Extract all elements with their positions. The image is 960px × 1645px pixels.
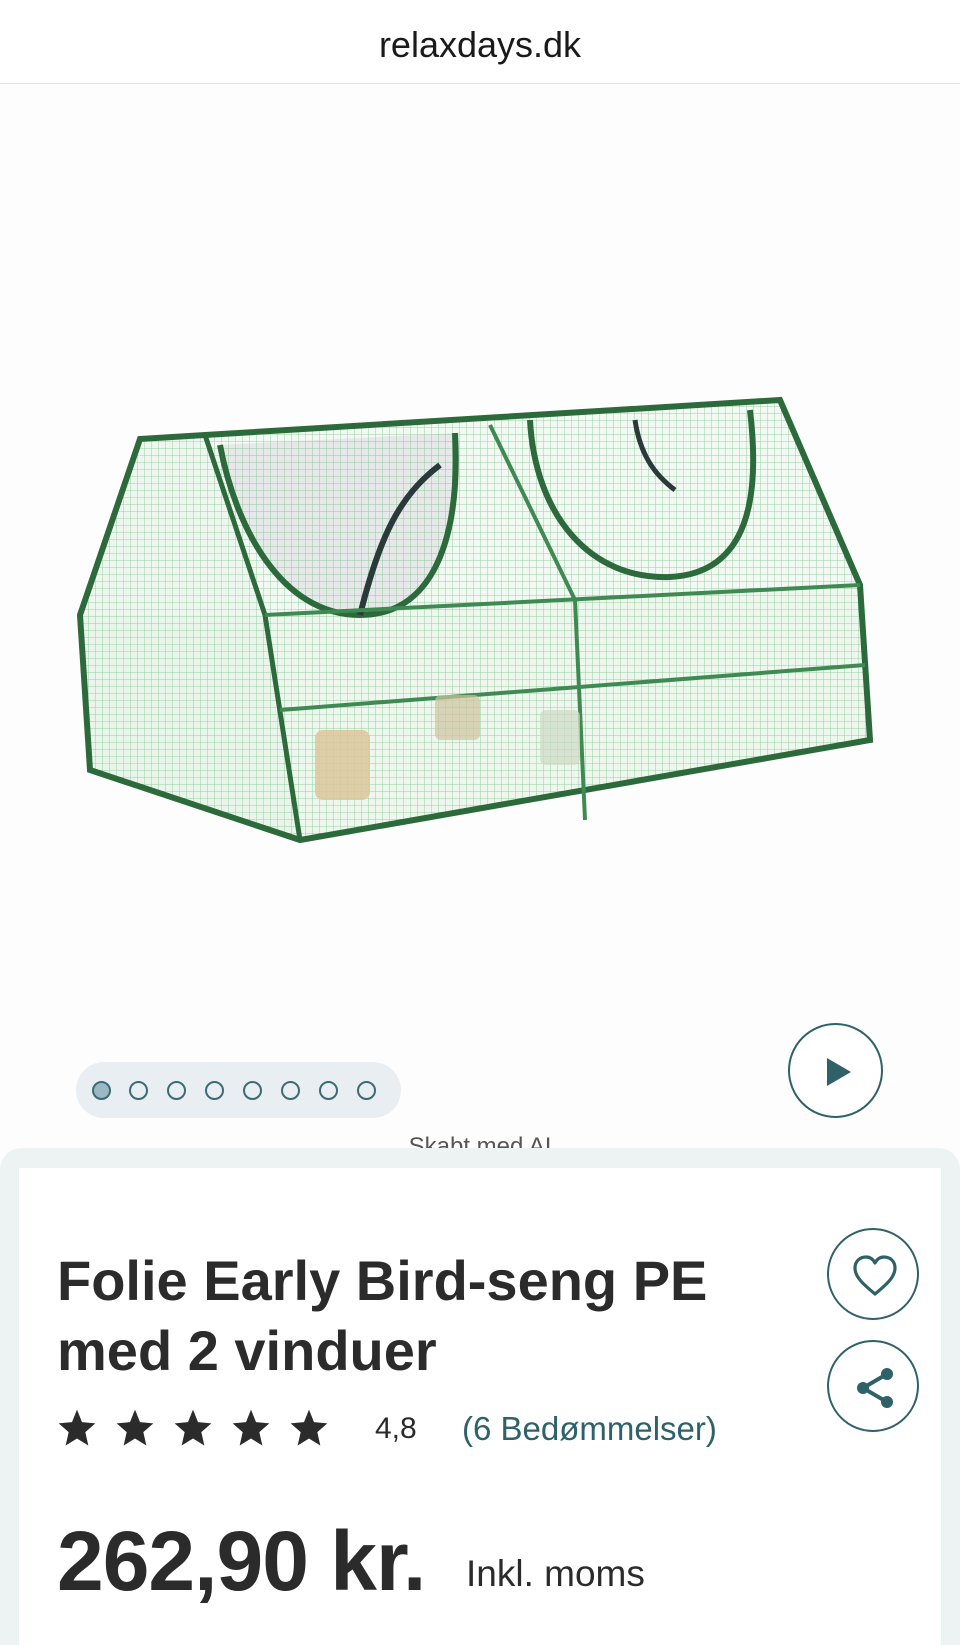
slide-indicator[interactable] <box>76 1062 401 1118</box>
star-icon <box>174 1409 212 1446</box>
star-icon <box>290 1409 328 1446</box>
reviews-link[interactable]: (6 Bedømmelser) <box>462 1410 717 1448</box>
site-domain: relaxdays.dk <box>378 24 582 65</box>
slide-dot-4[interactable] <box>205 1081 224 1100</box>
star-icon <box>58 1409 96 1446</box>
product-image <box>76 396 874 844</box>
star-icon <box>116 1409 154 1446</box>
play-video-button[interactable] <box>788 1023 883 1118</box>
product-title: Folie Early Bird-seng PE med 2 vinduer <box>57 1249 708 1382</box>
star-icon <box>232 1409 270 1446</box>
address-bar[interactable]: relaxdays.dk <box>0 0 960 84</box>
product-price: 262,90 kr. <box>57 1514 426 1608</box>
product-info-card: Folie Early Bird-seng PE med 2 vinduer 4… <box>19 1168 941 1645</box>
slide-dot-1[interactable] <box>92 1081 111 1100</box>
share-icon <box>857 1368 893 1408</box>
play-icon <box>827 1058 851 1086</box>
slide-dot-5[interactable] <box>243 1081 262 1100</box>
share-button[interactable] <box>827 1340 919 1432</box>
rating-row: 4,8 (6 Bedømmelser) <box>57 1402 817 1452</box>
product-info-section: Folie Early Bird-seng PE med 2 vinduer 4… <box>0 1148 960 1645</box>
vat-note: Inkl. moms <box>466 1553 645 1594</box>
slide-dot-3[interactable] <box>167 1081 186 1100</box>
favorite-button[interactable] <box>827 1228 919 1320</box>
slide-dot-2[interactable] <box>129 1081 148 1100</box>
rating-value: 4,8 <box>375 1412 417 1445</box>
product-gallery[interactable]: Skabt med AI <box>0 85 960 1160</box>
slide-dot-6[interactable] <box>281 1081 300 1100</box>
slide-dot-7[interactable] <box>319 1081 338 1100</box>
heart-icon <box>853 1255 897 1296</box>
slide-dot-8[interactable] <box>357 1081 376 1100</box>
